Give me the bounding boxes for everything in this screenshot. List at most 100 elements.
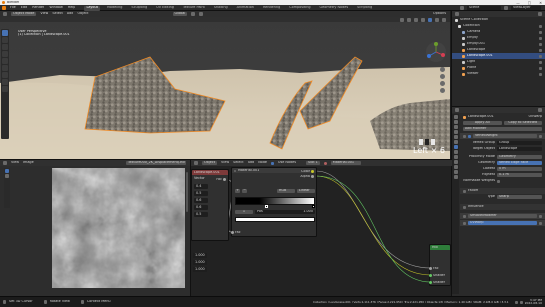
displacement-texture-preview[interactable] [52,168,185,288]
pan-hand-icon[interactable] [440,74,445,79]
annotate-tool-icon[interactable] [5,174,9,178]
workspace-tab-sculpting[interactable]: Sculpting [129,6,149,11]
input-socket[interactable] [429,274,432,278]
remove-stop-button[interactable]: − [242,189,247,193]
scene-name[interactable]: Scene [467,6,501,10]
eye-icon[interactable] [539,54,542,58]
modifier-header[interactable]: VertexWeight [460,133,545,139]
physics-tab-icon[interactable] [453,155,458,159]
menu-edit[interactable]: Edit [21,6,28,9]
workspace-tab-texture-paint[interactable]: Texture Paint [181,6,207,11]
image-name-field[interactable]: Texture000_2K_DisplacementJ.exr [126,161,186,165]
viewport-menu-view[interactable]: View [40,12,48,15]
object-tab-icon[interactable] [453,140,458,144]
filter-icon[interactable] [538,12,542,16]
blender-menu-icon[interactable] [2,6,6,10]
image-editor-icon[interactable] [3,161,7,165]
options-dropdown[interactable]: Options [433,12,446,15]
workspace-tab-layout[interactable]: Layout [84,5,100,11]
value-field[interactable]: 0.4 [194,184,208,189]
visibility-icon[interactable] [400,17,404,22]
output-tab-icon[interactable] [453,125,458,129]
view-layer-name[interactable]: ViewLayer [511,6,541,10]
workspace-tab-animation[interactable]: Animation [235,6,256,11]
close-icon[interactable] [539,214,542,218]
editor-type-icon[interactable] [3,12,7,16]
viewport-menu-select[interactable]: Select [52,12,62,15]
workspace-tab-compositing[interactable]: Compositing [287,6,312,11]
interpolation-dropdown[interactable]: Linear [297,189,315,193]
value-field[interactable]: 1.000 [193,253,207,258]
maximize-button[interactable]: □ [528,1,531,5]
viewport-menu-add[interactable]: Add [67,12,74,15]
menu-file[interactable]: File [10,6,16,9]
zoom-icon[interactable] [440,67,445,72]
sample-tool-icon[interactable] [5,169,9,173]
modifier-wrench-icon[interactable] [453,145,458,149]
output-socket[interactable] [311,175,314,179]
close-icon[interactable] [539,134,542,138]
modifier-header-uvwarp[interactable]: UVWarp [460,220,545,226]
3d-viewport[interactable]: Object Mode View Select Add Object Globa… [0,11,450,159]
stop-position-field[interactable]: Pos 1.000 [255,210,315,214]
chevron-down-icon[interactable] [463,134,466,138]
eye-icon[interactable] [539,72,542,76]
eye-icon[interactable] [539,60,542,64]
value-field[interactable]: 1.000 [193,267,207,272]
viewport-menu-object[interactable]: Object [77,12,88,15]
prop-value[interactable]: Vertex Edge Face [497,161,542,165]
texture-node[interactable]: Landscape.001 Vector 0.4 0.5 0.6 0.6 0.5… [191,169,229,241]
modifier-name-field[interactable]: SmoothModifier [468,214,537,218]
mode-selector[interactable]: Object Mode [11,12,37,16]
snap-icon[interactable] [191,12,196,16]
measure-tool[interactable] [2,79,8,85]
color-ramp-node[interactable]: Material.001 Color Alpha + − RGB Linear … [231,167,317,237]
close-button[interactable]: ✕ [539,1,542,5]
constraints-tab-icon[interactable] [453,160,458,164]
value-field[interactable]: 0.5 [194,212,208,217]
scrollbar-thumb[interactable] [186,172,188,212]
checkbox[interactable] [497,179,500,183]
navigation-gizmo[interactable] [425,41,447,63]
shading-rendered-icon[interactable] [442,17,446,22]
image-scrollbar[interactable] [186,172,188,212]
annotate-tool[interactable] [2,72,8,78]
image-menu-image[interactable]: Image [23,161,34,164]
prop-value[interactable]: Group [497,141,542,145]
influence-subpanel-header[interactable]: Influence [460,204,545,210]
outliner-row-viewer[interactable]: Viewer [452,71,545,77]
output-socket[interactable] [311,170,314,174]
scene-tab-icon[interactable] [453,130,458,134]
transform-orientation[interactable]: Global [172,12,188,16]
color-ramp-gradient[interactable] [235,197,315,205]
texture-tab-icon[interactable] [453,175,458,179]
outliner-editor-icon[interactable] [455,12,459,16]
chevron-right-icon[interactable] [463,214,466,218]
workspace-tab-rendering[interactable]: Rendering [261,6,282,11]
add-stop-button[interactable]: + [235,189,240,193]
shading-material-icon[interactable] [435,17,439,22]
color-mode-dropdown[interactable]: RGB [277,189,295,193]
minimize-button[interactable]: — [516,1,520,5]
cursor-tool[interactable] [2,37,8,43]
select-box-tool[interactable] [2,30,8,36]
eye-icon[interactable] [539,48,542,52]
prop-value[interactable]: Geometry [497,155,542,159]
input-socket[interactable] [429,281,432,285]
material-tab-icon[interactable] [453,170,458,174]
node-editor[interactable]: Object View Select Add Node Use Nodes Sl… [190,159,452,296]
particles-tab-icon[interactable] [453,150,458,154]
value-field[interactable]: 0.6 [194,205,208,210]
modifier-header-smooth[interactable]: SmoothModifier [460,213,545,219]
overlay-toggle-icon[interactable] [414,17,418,22]
xray-icon[interactable] [421,17,425,22]
camera-view-icon[interactable] [440,81,445,86]
prop-value[interactable]: 0 m [497,167,542,171]
render-tab-icon[interactable] [453,120,458,124]
output-socket[interactable] [223,178,226,182]
eye-icon[interactable] [539,66,542,70]
mix-shader-node[interactable]: Mix Fac Shader Shader [429,244,451,286]
workspace-tab-shading[interactable]: Shading [212,6,230,11]
rotate-tool[interactable] [2,51,8,57]
prop-value[interactable]: 0.1 m [497,173,542,177]
